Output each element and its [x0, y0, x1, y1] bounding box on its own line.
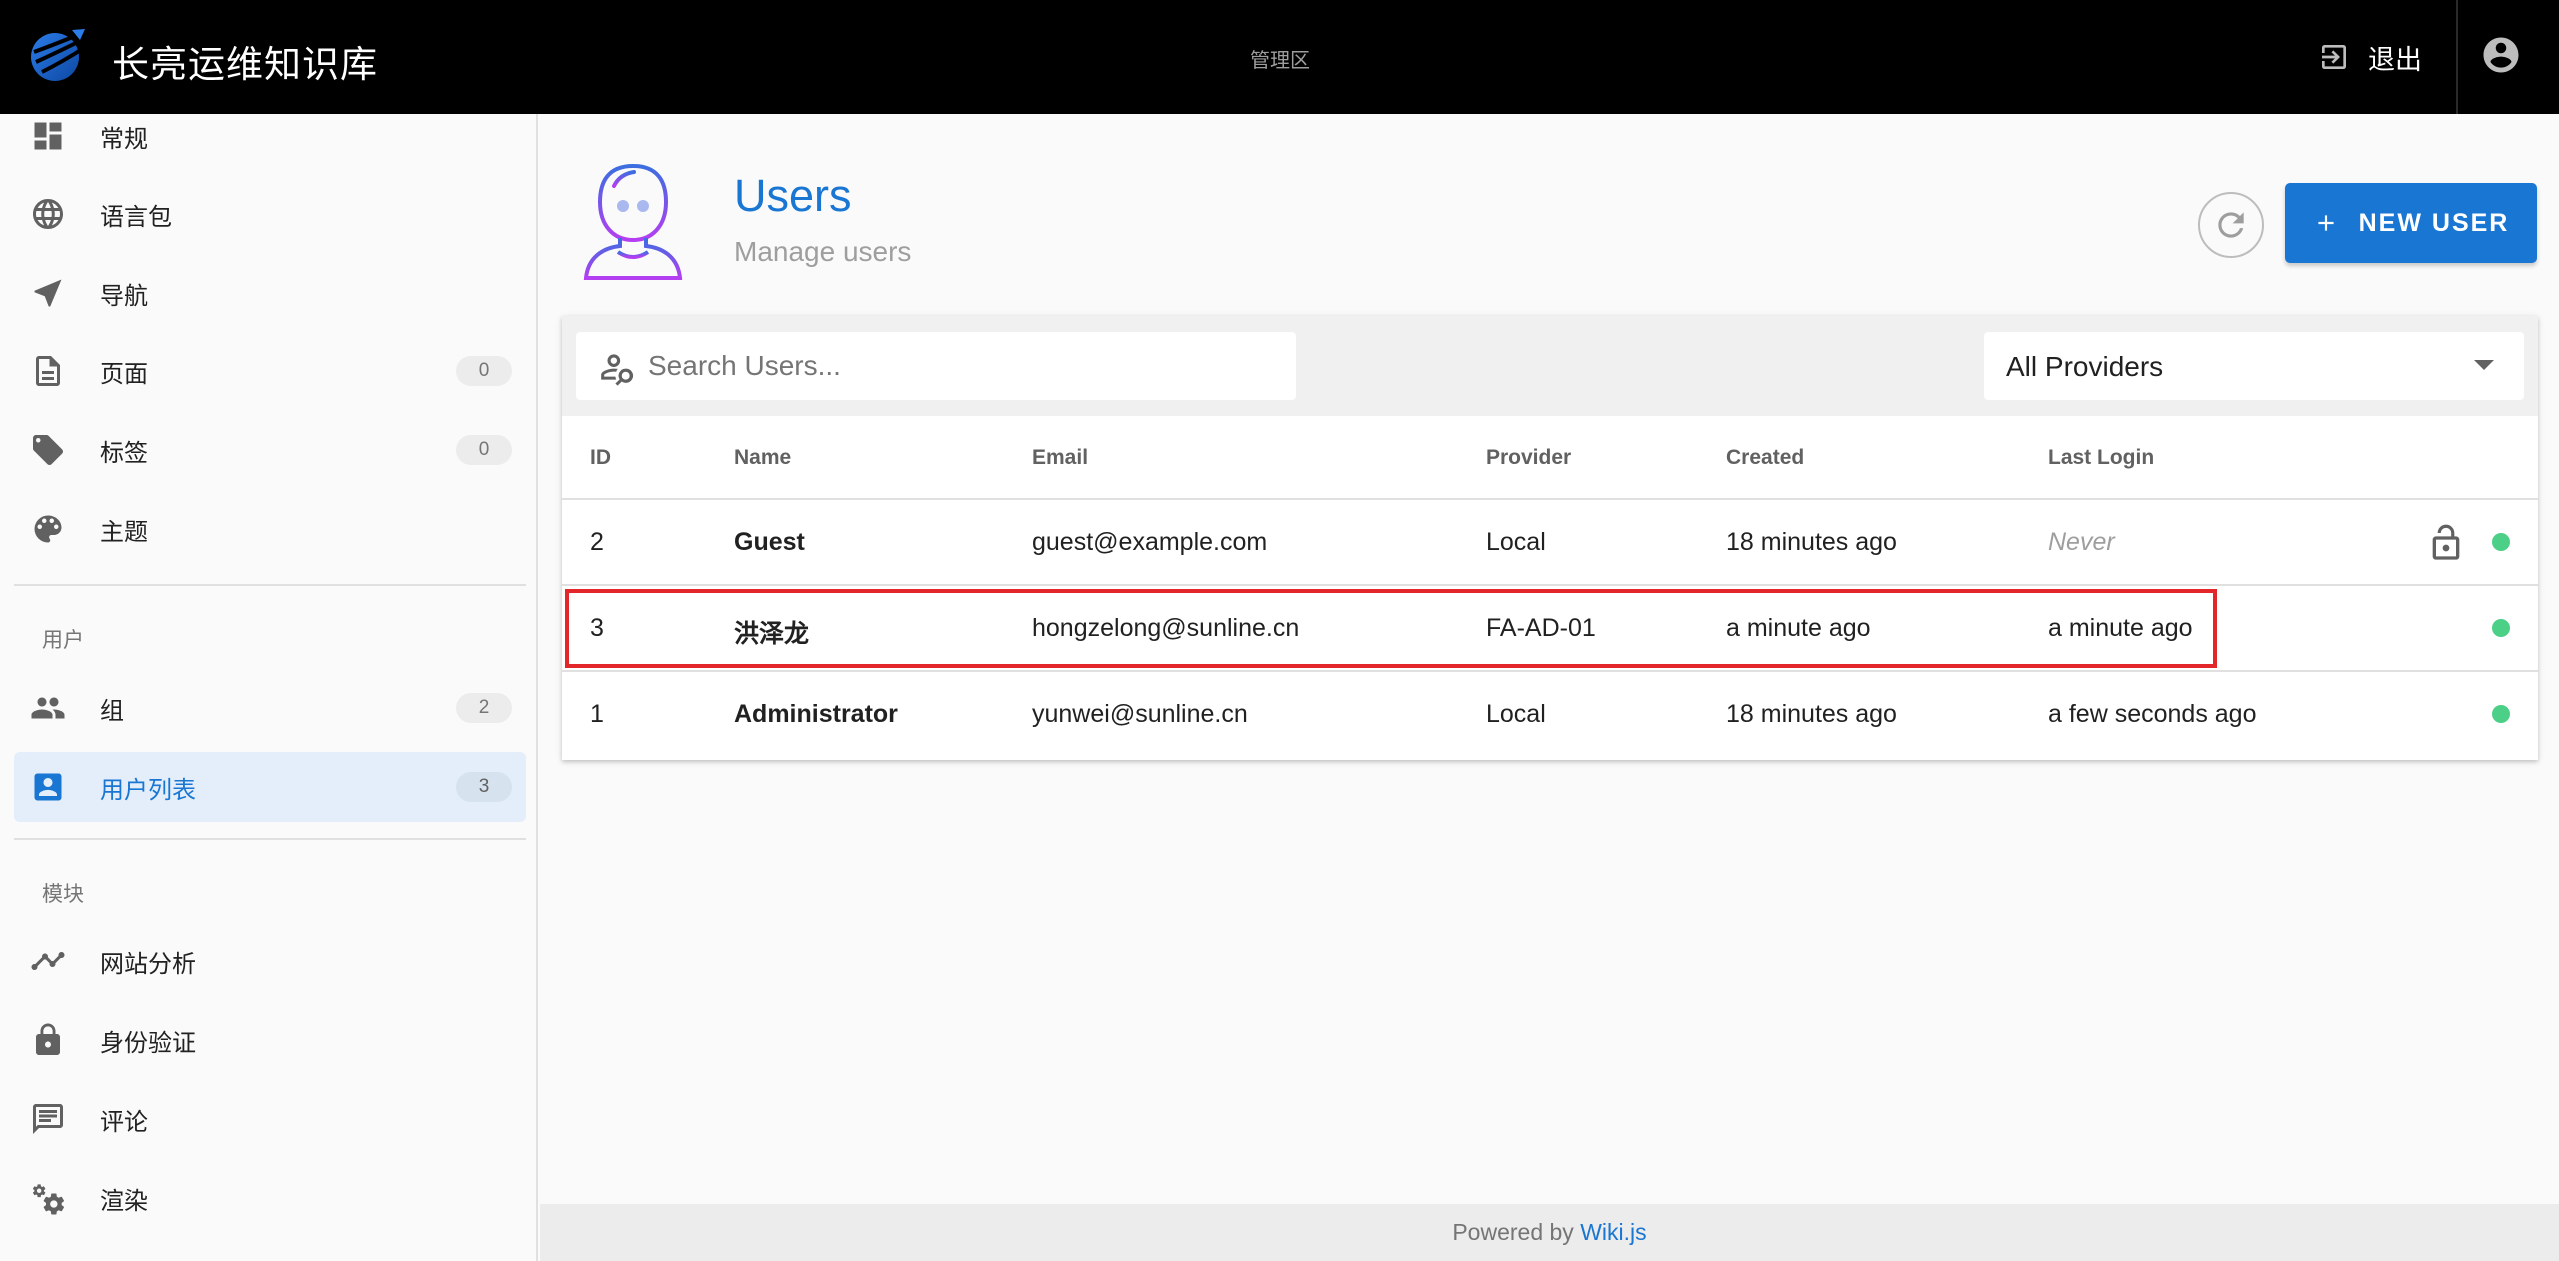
sidebar-item-label: 身份验证: [100, 1028, 196, 1057]
user-avatar-icon: [583, 163, 683, 280]
table-toolbar: All Providers: [562, 316, 2538, 416]
admin-area-label: 管理区: [1250, 48, 1310, 72]
provider-select-value: All Providers: [2006, 351, 2164, 382]
tags-icon: [30, 432, 66, 468]
logout-label: 退出: [2368, 44, 2422, 76]
cell-last-login: Never: [2048, 528, 2115, 556]
column-header-email[interactable]: Email: [1032, 446, 1088, 470]
globe-icon: [30, 196, 66, 232]
refresh-button[interactable]: [2198, 192, 2264, 258]
comment-icon: [30, 1101, 66, 1137]
column-header-id[interactable]: ID: [590, 446, 611, 470]
count-badge: 0: [456, 356, 512, 386]
table-header: ID Name Email Provider Created Last Logi…: [562, 416, 2538, 500]
search-input[interactable]: [648, 332, 1278, 400]
sidebar-item-navigation[interactable]: 导航: [14, 258, 526, 328]
sidebar-item-label: 用户列表: [100, 775, 196, 804]
provider-select[interactable]: All Providers: [1984, 332, 2524, 400]
header-divider: [2456, 0, 2458, 114]
status-active-dot: [2492, 705, 2510, 723]
column-header-name[interactable]: Name: [734, 446, 791, 470]
cell-id: 2: [590, 528, 604, 556]
status-active-dot: [2492, 533, 2510, 551]
search-user-icon: [601, 354, 634, 386]
logout-button[interactable]: 退出: [2318, 30, 2422, 84]
sidebar-item-label: 组: [100, 696, 124, 725]
sidebar-divider: [14, 838, 526, 840]
count-badge: 3: [456, 772, 512, 802]
sidebar-divider: [14, 584, 526, 586]
refresh-icon: [2218, 212, 2244, 238]
page-title: Users: [734, 170, 852, 221]
footer: Powered by Wiki.js: [540, 1204, 2559, 1261]
sidebar-item-label: 评论: [100, 1107, 148, 1136]
sidebar-item-label: 渲染: [100, 1186, 148, 1215]
sidebar-item-users[interactable]: 用户列表 3: [14, 752, 526, 822]
footer-prefix: Powered by: [1452, 1219, 1574, 1245]
sidebar-item-label: 常规: [100, 124, 148, 153]
cell-last-login: a few seconds ago: [2048, 700, 2257, 728]
cell-created: 18 minutes ago: [1726, 700, 1897, 728]
sidebar-item-label: 主题: [100, 517, 148, 546]
page-icon: [30, 353, 66, 389]
sidebar-item-tags[interactable]: 标签 0: [14, 415, 526, 485]
dropdown-arrow-icon: [2474, 360, 2494, 370]
status-active-dot: [2492, 619, 2510, 637]
section-header-modules: 模块: [42, 882, 84, 906]
logo-icon[interactable]: [28, 26, 86, 84]
new-user-label: NEW USER: [2358, 208, 2510, 237]
sidebar-item-auth[interactable]: 身份验证: [14, 1005, 526, 1075]
cogs-icon: [30, 1180, 66, 1216]
dashboard-icon: [30, 118, 66, 154]
group-icon: [30, 690, 66, 726]
sidebar-item-theme[interactable]: 主题: [14, 494, 526, 564]
sidebar-item-label: 导航: [100, 281, 148, 310]
logout-icon: [2322, 45, 2346, 69]
sidebar-item-analytics[interactable]: 网站分析: [14, 926, 526, 996]
lock-icon: [2432, 524, 2460, 560]
table-row[interactable]: 2 Guest guest@example.com Local 18 minut…: [562, 500, 2538, 586]
admin-sidebar: 常规 语言包 导航 页面 0 标签 0 主题 用户 组 2 用户列表 3 模块 …: [0, 114, 538, 1261]
column-header-last-login[interactable]: Last Login: [2048, 446, 2154, 470]
sidebar-item-label: 页面: [100, 359, 148, 388]
cell-created: 18 minutes ago: [1726, 528, 1897, 556]
sidebar-item-rendering[interactable]: 渲染: [14, 1163, 526, 1233]
highlight-annotation-box: [565, 589, 2217, 668]
column-header-created[interactable]: Created: [1726, 446, 1804, 470]
cell-email: yunwei@sunline.cn: [1032, 700, 1248, 728]
wikijs-link[interactable]: Wiki.js: [1580, 1219, 1646, 1245]
sidebar-item-groups[interactable]: 组 2: [14, 673, 526, 743]
page-subtitle: Manage users: [734, 236, 912, 267]
palette-icon: [30, 511, 66, 547]
sidebar-item-label: 网站分析: [100, 949, 196, 978]
table-row[interactable]: 1 Administrator yunwei@sunline.cn Local …: [562, 672, 2538, 758]
sidebar-item-comments[interactable]: 评论: [14, 1084, 526, 1154]
sidebar-item-general[interactable]: 常规: [14, 114, 526, 171]
lock-icon: [30, 1022, 66, 1058]
column-header-provider[interactable]: Provider: [1486, 446, 1571, 470]
new-user-button[interactable]: NEW USER: [2285, 183, 2537, 263]
top-app-bar: 长亮运维知识库 管理区 退出: [0, 0, 2559, 114]
section-header-users: 用户: [42, 628, 84, 652]
cell-id: 1: [590, 700, 604, 728]
count-badge: 0: [456, 435, 512, 465]
search-box[interactable]: [576, 332, 1296, 400]
count-badge: 2: [456, 693, 512, 723]
cell-email: guest@example.com: [1032, 528, 1268, 556]
sidebar-item-label: 标签: [100, 438, 148, 467]
cell-provider: Local: [1486, 528, 1546, 556]
sidebar-item-label: 语言包: [100, 202, 172, 231]
cell-name: Guest: [734, 528, 805, 556]
navigation-icon: [30, 275, 66, 311]
analytics-icon: [30, 943, 66, 979]
cell-name: Administrator: [734, 700, 898, 728]
plus-icon: [2318, 215, 2334, 231]
brand-title[interactable]: 长亮运维知识库: [112, 34, 378, 88]
users-table-card: All Providers ID Name Email Provider Cre…: [562, 316, 2538, 760]
cell-provider: Local: [1486, 700, 1546, 728]
user-card-icon: [30, 769, 66, 805]
account-icon[interactable]: [2480, 34, 2522, 76]
sidebar-item-pages[interactable]: 页面 0: [14, 336, 526, 406]
sidebar-item-locale[interactable]: 语言包: [14, 179, 526, 249]
